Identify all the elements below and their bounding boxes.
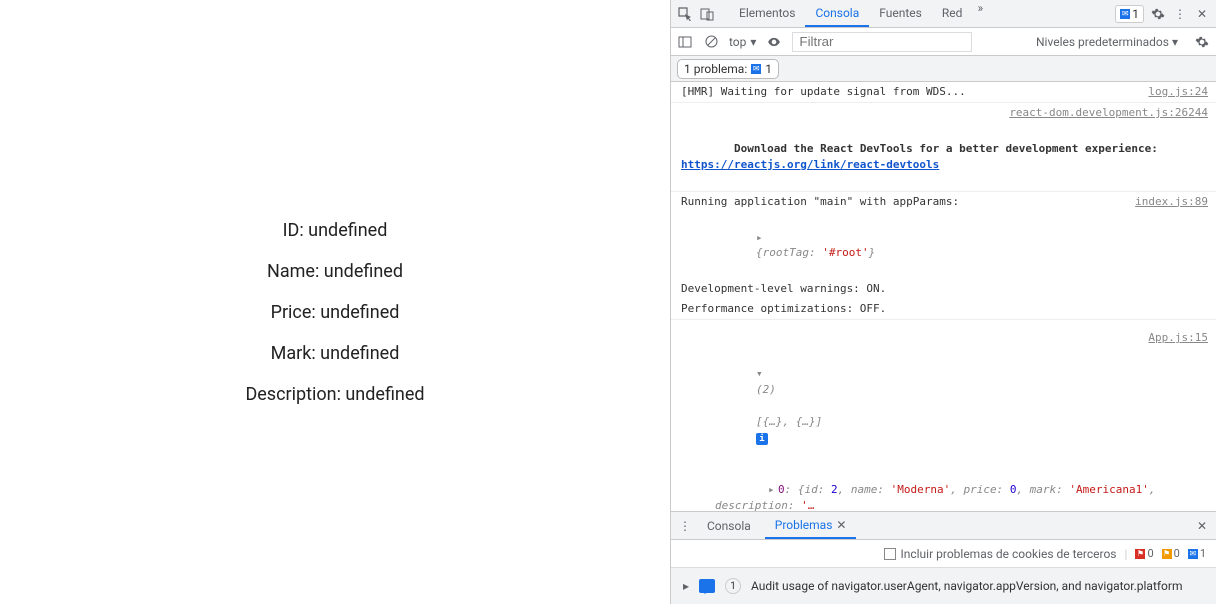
page-text-price: Price: undefined xyxy=(271,302,400,323)
warning-count: ⚑0 xyxy=(1162,547,1180,560)
message-icon xyxy=(699,579,715,593)
log-row: react-dom.development.js:26244 xyxy=(671,103,1216,123)
log-text: Performance optimizations: OFF. xyxy=(681,301,1208,317)
devtools-tabs: Elementos Consola Fuentes Red » xyxy=(729,0,988,27)
drawer-tab-problems[interactable]: Problemas✕ xyxy=(765,513,857,539)
issue-text: 1 problema: xyxy=(684,62,747,76)
page-text-id: ID: undefined xyxy=(283,220,388,241)
array-item[interactable]: ▸0: {id: 2, name: 'Moderna', price: 0, m… xyxy=(671,464,1216,511)
source-link[interactable]: index.js:89 xyxy=(1125,194,1208,210)
more-tabs-icon[interactable]: » xyxy=(972,0,988,16)
disclosure-triangle-icon[interactable]: ▸ xyxy=(756,230,766,246)
info-icon[interactable]: i xyxy=(756,433,768,445)
drawer-tabs: ⋮ Consola Problemas✕ ✕ xyxy=(671,512,1216,540)
log-array-header[interactable]: ▾ (2) [{…}, {…}] i xyxy=(671,348,1216,464)
devtools-drawer: ⋮ Consola Problemas✕ ✕ Incluir problemas… xyxy=(671,511,1216,604)
context-label: top xyxy=(729,35,746,49)
log-row: Running application "main" with appParam… xyxy=(671,192,1216,212)
inspect-icon[interactable] xyxy=(677,6,693,22)
page-text-name: Name: undefined xyxy=(267,261,403,282)
source-link[interactable]: react-dom.development.js:26244 xyxy=(999,105,1208,121)
page-text-description: Description: undefined xyxy=(245,384,424,405)
issue-count: 1 xyxy=(765,62,772,76)
log-row: Download the React DevTools for a better… xyxy=(671,123,1216,192)
devtools-panel: Elementos Consola Fuentes Red » ✉ 1 ⋮ ✕ … xyxy=(670,0,1216,604)
tab-elements[interactable]: Elementos xyxy=(729,0,805,27)
log-row: Development-level warnings: ON. xyxy=(671,279,1216,299)
kebab-icon[interactable]: ⋮ xyxy=(1172,6,1188,22)
webpage-viewport: ID: undefined Name: undefined Price: und… xyxy=(0,0,670,604)
log-row: ▸ {rootTag: '#root'} xyxy=(671,212,1216,280)
log-text: Download the React DevTools for a better… xyxy=(681,125,1208,189)
log-row: Performance optimizations: OFF. xyxy=(671,299,1216,320)
log-row: [HMR] Waiting for update signal from WDS… xyxy=(671,82,1216,103)
issue-summary-bar: 1 problema: ✉ 1 xyxy=(671,56,1216,82)
checkbox-icon xyxy=(884,548,896,560)
page-text-mark: Mark: undefined xyxy=(271,343,400,364)
settings-icon[interactable] xyxy=(1150,6,1166,22)
log-text: [HMR] Waiting for update signal from WDS… xyxy=(681,84,1138,100)
issue-pill[interactable]: 1 problema: ✉ 1 xyxy=(677,59,779,79)
messages-badge[interactable]: ✉ 1 xyxy=(1115,5,1144,23)
clear-console-icon[interactable] xyxy=(703,34,719,50)
chevron-down-icon: ▾ xyxy=(750,35,756,49)
cookies-label: Incluir problemas de cookies de terceros xyxy=(900,547,1116,561)
disclosure-triangle-icon[interactable]: ▸ xyxy=(768,482,778,498)
disclosure-triangle-icon[interactable]: ▸ xyxy=(683,579,689,593)
issue-title: Audit usage of navigator.userAgent, navi… xyxy=(751,579,1182,593)
console-toolbar: top ▾ Niveles predeterminados ▾ xyxy=(671,28,1216,56)
message-icon: ✉ xyxy=(1120,9,1130,19)
log-row: App.js:15 xyxy=(671,328,1216,348)
tab-sources[interactable]: Fuentes xyxy=(869,0,932,27)
filter-input[interactable] xyxy=(792,32,972,52)
log-text: Running application "main" with appParam… xyxy=(681,194,1125,210)
tab-network[interactable]: Red xyxy=(932,0,973,27)
chevron-down-icon: ▾ xyxy=(1172,35,1178,49)
issue-occurrence-count: 1 xyxy=(725,578,741,594)
problems-filter-bar: Incluir problemas de cookies de terceros… xyxy=(671,540,1216,568)
messages-count: 1 xyxy=(1132,7,1139,21)
log-levels-selector[interactable]: Niveles predeterminados ▾ xyxy=(1036,35,1178,49)
log-text: Development-level warnings: ON. xyxy=(681,281,1208,297)
kebab-icon[interactable]: ⋮ xyxy=(677,518,693,534)
drawer-tab-console[interactable]: Consola xyxy=(697,514,761,538)
error-count: ⚑0 xyxy=(1135,547,1153,560)
source-link[interactable]: log.js:24 xyxy=(1138,84,1208,100)
close-devtools-icon[interactable]: ✕ xyxy=(1194,6,1210,22)
live-expression-icon[interactable] xyxy=(766,34,782,50)
close-drawer-icon[interactable]: ✕ xyxy=(1194,518,1210,534)
devtools-topbar: Elementos Consola Fuentes Red » ✉ 1 ⋮ ✕ xyxy=(671,0,1216,28)
tab-console[interactable]: Consola xyxy=(805,0,869,27)
console-output: [HMR] Waiting for update signal from WDS… xyxy=(671,82,1216,511)
issue-row[interactable]: ▸ 1 Audit usage of navigator.userAgent, … xyxy=(671,568,1216,604)
cookies-checkbox[interactable]: Incluir problemas de cookies de terceros xyxy=(884,547,1116,561)
info-count: ✉1 xyxy=(1188,547,1206,560)
device-toggle-icon[interactable] xyxy=(699,6,715,22)
context-selector[interactable]: top ▾ xyxy=(729,35,756,49)
disclosure-triangle-icon[interactable]: ▾ xyxy=(756,366,766,382)
sidebar-toggle-icon[interactable] xyxy=(677,34,693,50)
console-settings-icon[interactable] xyxy=(1194,34,1210,50)
close-icon[interactable]: ✕ xyxy=(836,518,846,532)
log-object[interactable]: ▸ {rootTag: '#root'} xyxy=(681,214,1208,278)
source-link[interactable]: App.js:15 xyxy=(1138,330,1208,346)
external-link[interactable]: https://reactjs.org/link/react-devtools xyxy=(681,158,939,171)
message-icon: ✉ xyxy=(751,64,761,74)
levels-label: Niveles predeterminados xyxy=(1036,35,1169,49)
